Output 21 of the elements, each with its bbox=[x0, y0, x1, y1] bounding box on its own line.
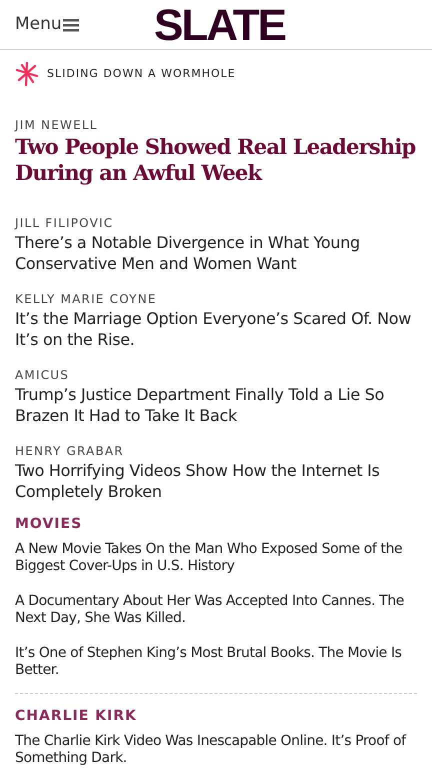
topic-headline[interactable]: The Charlie Kirk Video Was Inescapable Online. It’s Proof of Something Dark. bbox=[15, 733, 417, 767]
starburst-icon bbox=[15, 62, 39, 86]
byline: KELLY MARIE COYNE bbox=[15, 291, 158, 308]
byline: JIM NEWELL bbox=[15, 117, 99, 134]
story-headline[interactable]: Two Horrifying Videos Show How the Internet Is Completely Broken bbox=[15, 460, 417, 502]
lead-headline[interactable]: Two People Showed Real Leadership During an Awful Week bbox=[15, 134, 417, 186]
topic-headline[interactable]: A Documentary About Her Was Accepted Into Cannes. The Next Day, She Was Killed. bbox=[15, 593, 417, 627]
menu-button[interactable]: Menu bbox=[15, 12, 79, 38]
byline: JILL FILIPOVIC bbox=[15, 215, 114, 232]
topic-headline[interactable]: It’s One of Stephen King’s Most Brutal Books. The Movie Is Better. bbox=[15, 645, 417, 679]
section-label: SLIDING DOWN A WORMHOLE bbox=[47, 66, 236, 82]
logo[interactable]: SLATE bbox=[154, 4, 285, 48]
topic-headline[interactable]: A New Movie Takes On the Man Who Exposed Some of the Biggest Cover-Ups in U.S. History bbox=[15, 541, 417, 575]
menu-icon bbox=[62, 18, 79, 32]
topic-title[interactable]: CHARLIE KIRK bbox=[15, 706, 417, 727]
topic-title[interactable]: MOVIES bbox=[15, 514, 417, 535]
story-headline[interactable]: There’s a Notable Divergence in What Young Conservative Men and Women Want bbox=[15, 232, 417, 274]
story-headline[interactable]: Trump’s Justice Department Finally Told a Lie So Brazen It Had to Take It Back bbox=[15, 384, 417, 426]
byline: AMICUS bbox=[15, 367, 70, 384]
story-headline[interactable]: It’s the Marriage Option Everyone’s Scared Of. Now It’s on the Rise. bbox=[15, 308, 417, 350]
byline: HENRY GRABAR bbox=[15, 443, 125, 460]
